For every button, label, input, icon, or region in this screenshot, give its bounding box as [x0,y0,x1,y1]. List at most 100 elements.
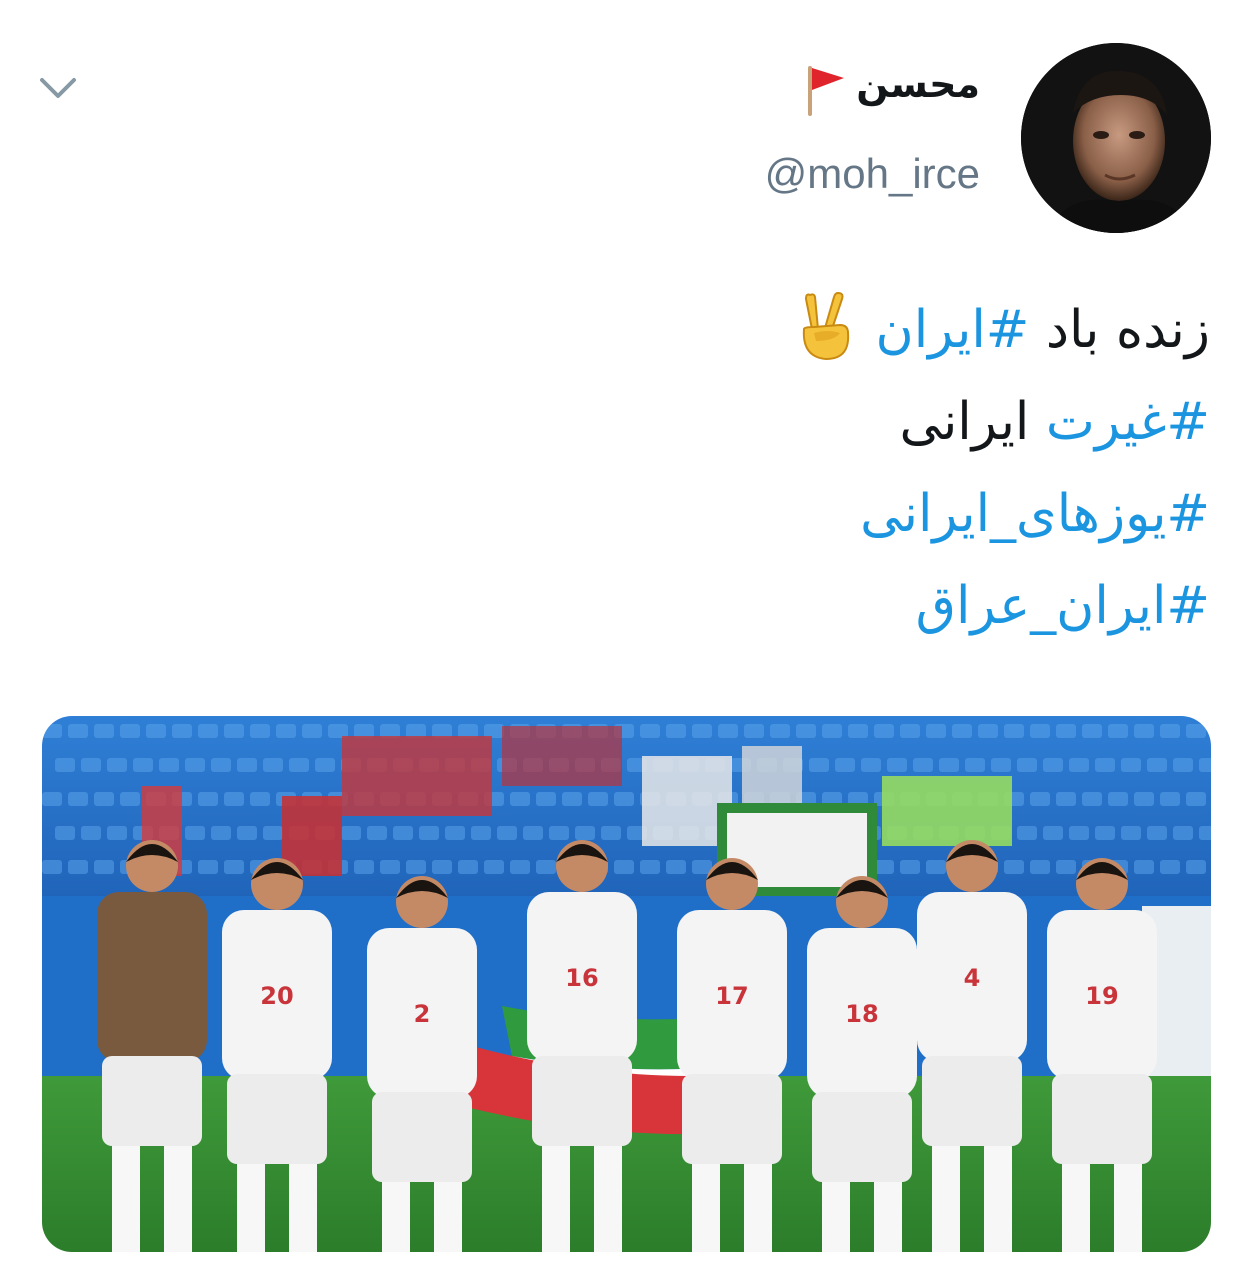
stadium-seat [1160,860,1180,874]
stadium-seat [1069,758,1089,772]
stadium-seat [796,724,816,738]
tweet-photo[interactable]: 20 2 16 17 18 4 19 [42,716,1211,1252]
stadium-seat [406,724,426,738]
hashtag-iran-iraq[interactable]: #ایران_عراق [916,576,1210,636]
stadium-seat [1134,860,1154,874]
tweet-text-line-1: زنده باد #ایران [310,284,1210,376]
stadium-seat [341,826,361,840]
stadium-seat [146,724,166,738]
stadium-seat [328,724,348,738]
stadium-seat [224,792,244,806]
stadium-seat [666,724,686,738]
stadium-seat [1095,758,1115,772]
stadium-seat [848,724,868,738]
stadium-seat [224,724,244,738]
jersey-number: 16 [565,964,598,992]
stadium-seat [887,758,907,772]
stadium-seat [1147,826,1167,840]
stadium-seat [107,758,127,772]
stadium-seat [926,724,946,738]
stadium-seat [107,826,127,840]
stadium-seat [900,860,920,874]
hashtag-yuzhaye-irani[interactable]: #یوزهای_ایرانی [860,484,1210,544]
stadium-seat [718,724,738,738]
stadium-seat [1186,860,1206,874]
stadium-seat [1134,724,1154,738]
stadium-seat [1173,758,1193,772]
stadium-seat [250,792,270,806]
stadium-seat [965,758,985,772]
stadium-seat [42,724,62,738]
stadium-seat [289,758,309,772]
stadium-seat [1082,792,1102,806]
stadium-seat [276,724,296,738]
stadium-seat [549,826,569,840]
stadium-seat [393,826,413,840]
stadium-seat [432,724,452,738]
stadium-seat [198,860,218,874]
stadium-seat [1134,792,1154,806]
stadium-seat [978,724,998,738]
stadium-seat [1199,758,1211,772]
stadium-seat [94,792,114,806]
stadium-seat [1147,758,1167,772]
stadium-seat [198,724,218,738]
stadium-seat [666,860,686,874]
stadium-seat [861,758,881,772]
jersey-number: 2 [414,1000,431,1028]
stadium-seat [211,758,231,772]
stadium-seat [575,826,595,840]
stadium-seat [185,758,205,772]
stadium-seat [640,860,660,874]
stadium-seat [484,860,504,874]
stadium-seat [1108,724,1128,738]
text-segment: زنده باد [1029,300,1210,360]
jersey-number: 18 [845,1000,878,1028]
stadium-seat [302,724,322,738]
avatar[interactable] [1021,43,1211,233]
stadium-seat [1121,758,1141,772]
stadium-seat [458,724,478,738]
stadium-seat [68,724,88,738]
stadium-seat [1043,758,1063,772]
stadium-stands [42,716,1211,906]
stadium-seat [55,758,75,772]
tweet-text-line-2: #غیرت ایرانی [310,376,1210,468]
stadium-seat [432,860,452,874]
stadium-seat [1173,826,1193,840]
stadium-seat [510,792,530,806]
stadium-seat [1030,724,1050,738]
stadium-seat [1121,826,1141,840]
stadium-seat [536,860,556,874]
stadium-seat [42,860,62,874]
hashtag-iran[interactable]: #ایران [876,300,1030,360]
author-display-name[interactable]: محسن [856,62,980,106]
stadium-seat [614,860,634,874]
author-handle[interactable]: @moh_irce [765,150,980,198]
victory-hand-icon [794,289,858,361]
chevron-down-icon[interactable] [36,66,80,110]
stadium-seat [588,792,608,806]
stadium-seat [1030,860,1050,874]
jersey-number: 4 [964,964,981,992]
stadium-seat [614,792,634,806]
stadium-seat [640,724,660,738]
stadium-seat [68,860,88,874]
tweet-text: زنده باد #ایران #غیرت ایرانی #یوزهای_ایر… [310,284,1210,652]
stadium-seat [770,724,790,738]
stadium-seat [354,860,374,874]
stadium-seat [926,860,946,874]
tweet-text-line-4: #ایران_عراق [310,560,1210,652]
hashtag-gheirat[interactable]: #غیرت [1046,392,1210,452]
stadium-seat [94,724,114,738]
stadium-seat [263,758,283,772]
stadium-seat [198,792,218,806]
stadium-seat [809,758,829,772]
stadium-seat [120,724,140,738]
stadium-seat [445,826,465,840]
stadium-seat [835,758,855,772]
stadium-seat [133,758,153,772]
text-segment: ایرانی [899,392,1046,452]
red-triangular-flag-icon [800,60,848,118]
stadium-seat [991,758,1011,772]
